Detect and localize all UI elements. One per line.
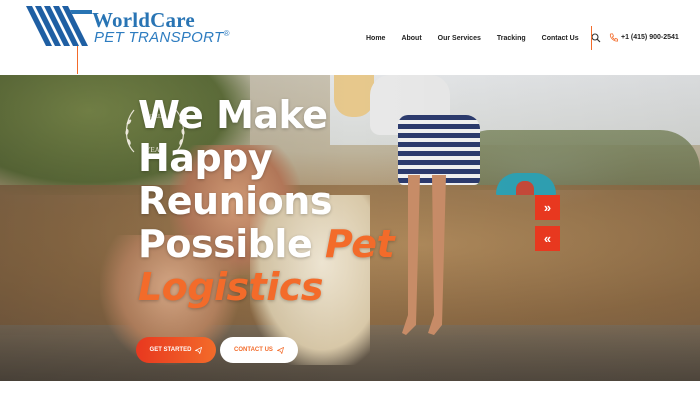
chevron-double-left-icon: « (543, 231, 552, 246)
send-icon (195, 346, 203, 354)
headline-line-3: Reunions (138, 179, 332, 223)
headline-line-5: Logistics (138, 265, 324, 309)
get-started-button[interactable]: GET STARTED (136, 337, 216, 363)
logo[interactable]: WorldCare PET TRANSPORT® (26, 6, 229, 48)
nav-item-tracking[interactable]: Tracking (497, 35, 526, 42)
main-nav: Home About Our Services Tracking Contact… (366, 32, 601, 44)
phone-number: +1 (415) 900-2541 (621, 34, 679, 41)
logo-tagline-text: PET TRANSPORT® (94, 29, 230, 46)
headline-line-4-white: Possible (138, 222, 325, 266)
slider-next-button[interactable]: » (535, 195, 560, 220)
headline-line-2: Happy (138, 136, 273, 180)
nav-item-home[interactable]: Home (366, 35, 385, 42)
logo-stripes-icon (26, 6, 92, 46)
chevron-double-right-icon: » (543, 200, 552, 215)
search-icon[interactable] (591, 33, 601, 43)
send-icon (276, 346, 284, 354)
get-started-label: GET STARTED (149, 347, 192, 353)
nav-item-contact-us[interactable]: Contact Us (542, 35, 579, 42)
headline-line-4: Possible Pet (138, 222, 395, 266)
header-divider (591, 26, 592, 50)
logo-tagline: PET TRANSPORT (94, 29, 224, 46)
contact-us-label: CONTACT US (234, 347, 273, 353)
logo-registered-mark: ® (223, 29, 230, 38)
nav-item-our-services[interactable]: Our Services (438, 35, 481, 42)
nav-item-about[interactable]: About (401, 35, 421, 42)
page: WorldCare PET TRANSPORT® Home About Our … (0, 0, 700, 394)
page-bottom-strip (0, 381, 700, 394)
site-header: WorldCare PET TRANSPORT® Home About Our … (0, 0, 700, 75)
headline-line-4-accent: Pet (324, 222, 395, 266)
phone-icon (609, 33, 618, 42)
slider-prev-button[interactable]: « (535, 226, 560, 251)
contact-us-button[interactable]: CONTACT US (220, 337, 298, 363)
hero-headline: We Make Happy Reunions Possible Pet Logi… (138, 93, 395, 309)
logo-divider (77, 46, 78, 74)
phone-link[interactable]: +1 (415) 900-2541 (609, 33, 679, 42)
headline-line-1: We Make (138, 93, 328, 137)
